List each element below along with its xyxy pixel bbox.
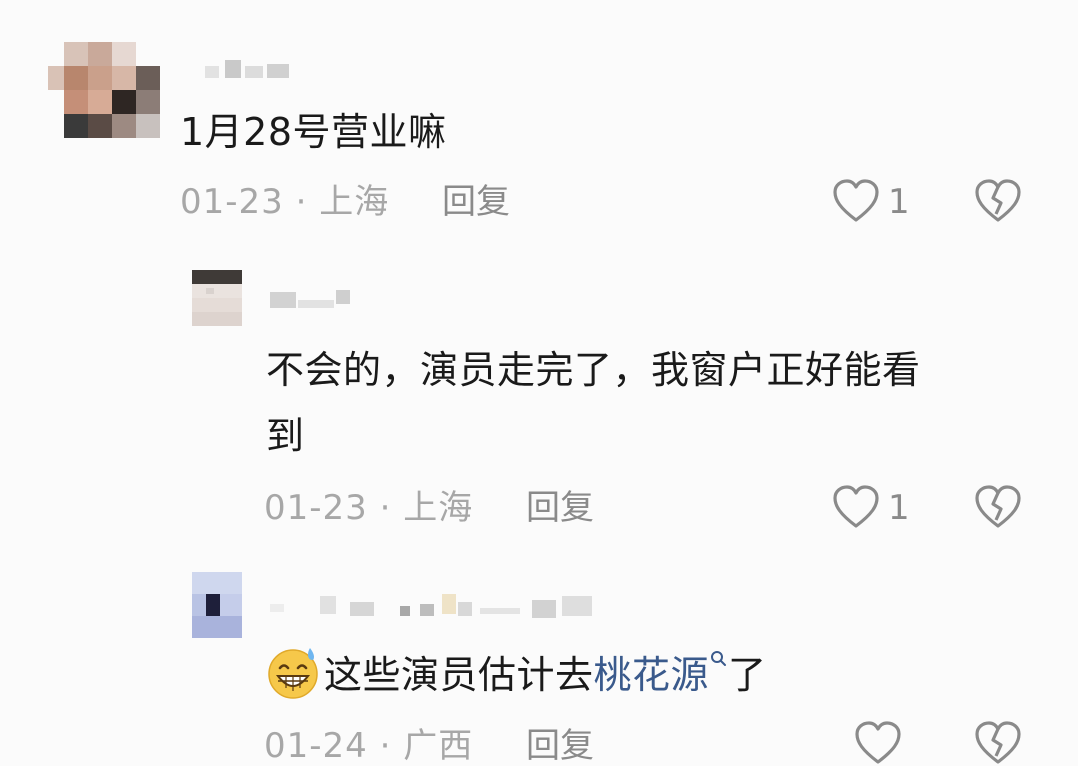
avatar-pixelated-image xyxy=(192,270,242,326)
comment-meta: 01-24 · 广西 xyxy=(264,726,474,766)
search-small-icon xyxy=(711,651,727,666)
avatar[interactable] xyxy=(192,270,242,326)
avatar-pixelated-image xyxy=(192,572,242,638)
reply-button[interactable]: 回复 xyxy=(526,726,594,766)
like-count: 1 xyxy=(888,182,910,222)
like-heart-icon[interactable] xyxy=(854,720,902,766)
dislike-broken-heart-icon[interactable] xyxy=(974,178,1022,224)
like-count: 1 xyxy=(888,488,910,528)
username-blurred[interactable] xyxy=(270,290,360,310)
comment-text-after-link: 了 xyxy=(728,653,767,697)
dislike-broken-heart-icon[interactable] xyxy=(974,720,1022,766)
username-blurred[interactable] xyxy=(270,594,610,624)
comment-text: 这些演员估计去桃花源了 xyxy=(266,646,767,703)
comment-meta: 01-23 · 上海 xyxy=(180,182,390,222)
reply-button[interactable]: 回复 xyxy=(442,182,510,222)
reply-button[interactable]: 回复 xyxy=(526,488,594,528)
avatar[interactable] xyxy=(48,32,160,144)
avatar[interactable] xyxy=(192,572,242,638)
comment-text: 1月28号营业嘛 xyxy=(180,110,447,154)
search-link[interactable]: 桃花源 xyxy=(594,651,729,697)
grinning-sweat-emoji-icon xyxy=(268,648,318,699)
like-heart-icon[interactable] xyxy=(832,178,880,224)
comment-meta: 01-23 · 上海 xyxy=(264,488,474,528)
comment-text-line-1: 不会的，演员走完了，我窗户正好能看 xyxy=(266,348,921,392)
username-blurred[interactable] xyxy=(205,60,295,80)
like-heart-icon[interactable] xyxy=(832,484,880,530)
avatar-pixelated-image xyxy=(48,32,160,144)
dislike-broken-heart-icon[interactable] xyxy=(974,484,1022,530)
comment-text-before-link: 这些演员估计去 xyxy=(324,653,594,697)
comment-text-line-2: 到 xyxy=(266,414,305,458)
